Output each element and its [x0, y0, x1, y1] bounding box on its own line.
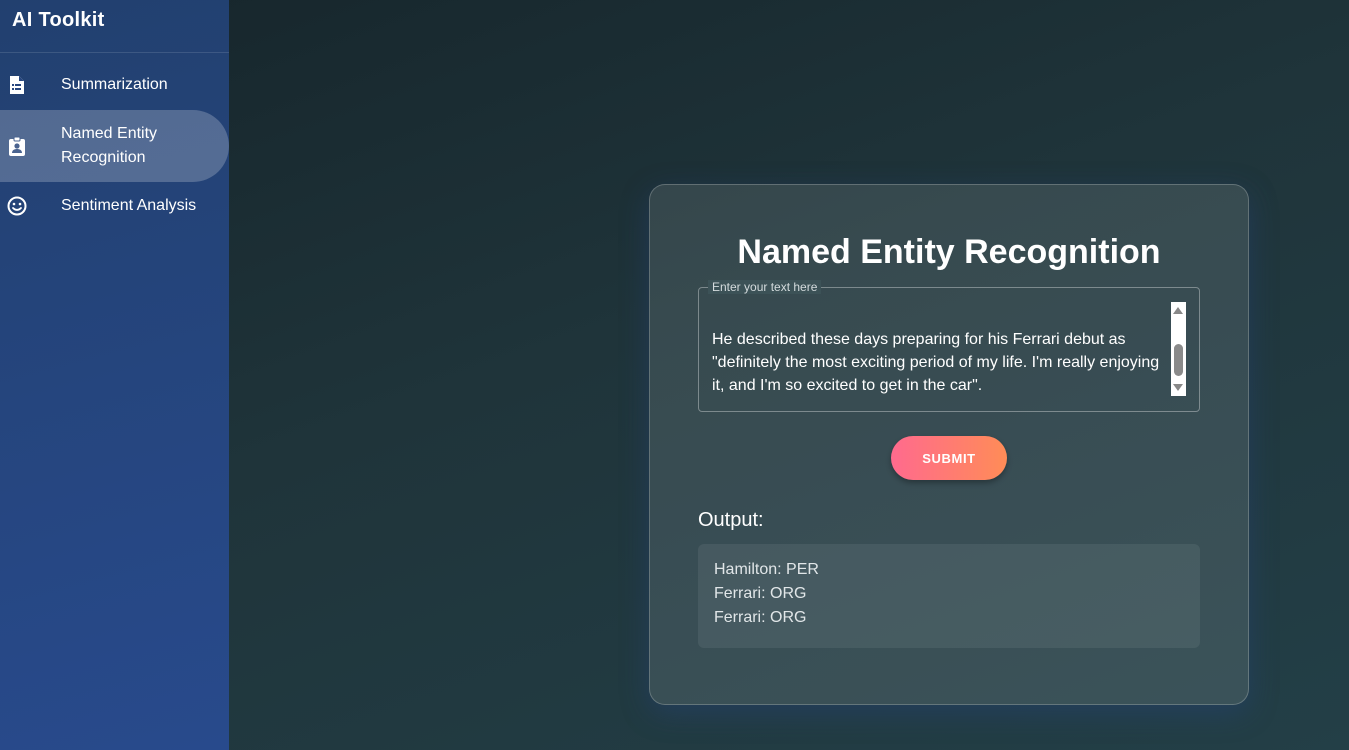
input-legend: Enter your text here	[708, 280, 822, 294]
contact-badge-icon	[7, 136, 27, 156]
output-entity: Ferrari: ORG	[714, 609, 807, 626]
text-input-value[interactable]: He described these days preparing for hi…	[712, 328, 1172, 397]
sidebar-item-summarization[interactable]: Summarization	[0, 61, 229, 109]
ner-card: Named Entity Recognition Enter your text…	[649, 184, 1249, 705]
scroll-down-icon[interactable]	[1173, 384, 1183, 391]
text-input-field[interactable]: Enter your text here He described these …	[698, 280, 1200, 412]
sidebar-item-sentiment-analysis[interactable]: Sentiment Analysis	[0, 182, 229, 230]
sidebar-item-label: Summarization	[61, 76, 168, 93]
output-entity: Ferrari: ORG	[714, 585, 807, 602]
scroll-up-icon[interactable]	[1173, 307, 1183, 314]
scrollbar-thumb[interactable]	[1174, 344, 1183, 376]
smiley-icon	[7, 196, 27, 216]
output-entity: Hamilton: PER	[714, 561, 819, 578]
sidebar: AI Toolkit Summarization Named Entity Re…	[0, 0, 229, 750]
submit-button[interactable]: SUBMIT	[891, 436, 1007, 480]
output-heading: Output:	[698, 509, 764, 531]
sidebar-item-named-entity-recognition[interactable]: Named Entity Recognition	[0, 110, 229, 182]
page-title: Named Entity Recognition	[737, 233, 1161, 271]
sidebar-item-label: Sentiment Analysis	[61, 197, 197, 214]
document-icon	[7, 75, 27, 95]
sidebar-item-label: Named Entity Recognition	[61, 125, 158, 166]
output-panel: Hamilton: PER Ferrari: ORG Ferrari: ORG	[698, 544, 1200, 648]
app-title: AI Toolkit	[0, 0, 229, 53]
textarea-scrollbar[interactable]	[1171, 302, 1186, 396]
